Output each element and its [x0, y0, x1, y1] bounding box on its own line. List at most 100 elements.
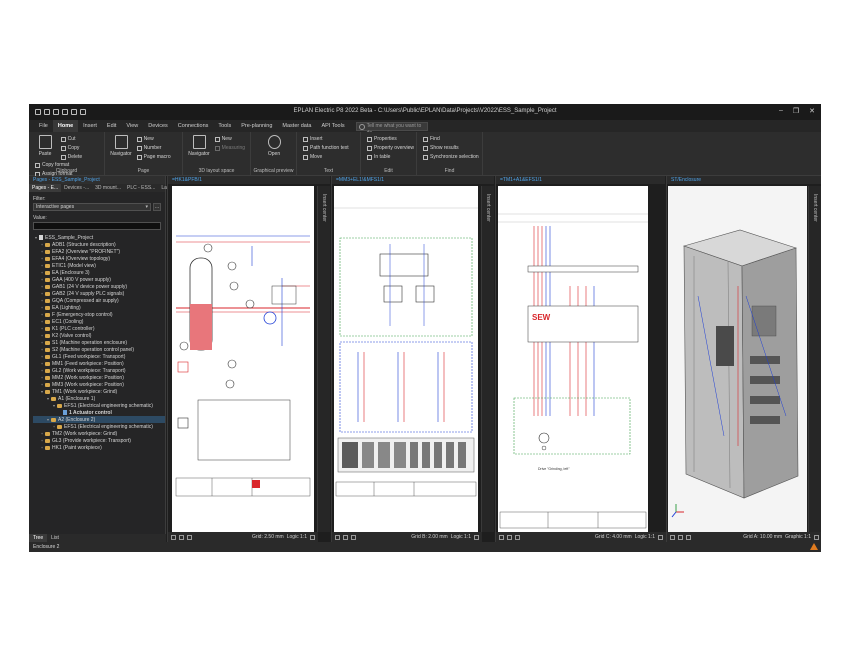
copy-button[interactable]: Copy	[60, 144, 82, 152]
fit-view-icon[interactable]	[686, 534, 691, 540]
document-tab-1[interactable]: =HK1&PFB/1	[168, 176, 330, 184]
page-navigator-button[interactable]: Navigator	[109, 135, 133, 157]
tree-node[interactable]: + EFA4 (Overview topology)	[33, 255, 165, 262]
tab-tree[interactable]: Tree	[29, 534, 48, 542]
tree-node[interactable]: ▾ TM1 (Work workpiece: Grind)	[33, 388, 165, 395]
settings-icon[interactable]	[474, 534, 479, 540]
tree-node[interactable]: + ETIC1 (Model view)	[33, 262, 165, 269]
value-input[interactable]	[33, 222, 161, 230]
zoom-in-icon[interactable]	[670, 534, 675, 540]
tree-node[interactable]: ▾ EFS1 (Electrical engineering schematic)	[33, 402, 165, 409]
insert-center-tab-1[interactable]: Insert center	[317, 186, 330, 532]
settings-icon[interactable]	[310, 534, 315, 540]
tree-node[interactable]: + ADB1 (Structure description)	[33, 241, 165, 248]
zoom-in-icon[interactable]	[499, 534, 504, 540]
tree-node[interactable]: + GL2 (Work workpiece: Transport)	[33, 367, 165, 374]
settings-icon[interactable]	[814, 534, 819, 540]
tab-api-tools[interactable]: API Tools	[316, 120, 349, 132]
tree-node[interactable]: + EA (Lighting)	[33, 304, 165, 311]
tree-node[interactable]: + GAB1 (24 V device power supply)	[33, 283, 165, 290]
minimize-icon[interactable]: –	[779, 107, 783, 115]
tell-me-search-input[interactable]: Tell me what you want to do	[355, 121, 428, 136]
delete-button[interactable]: Delete	[60, 153, 82, 161]
tree-node[interactable]: + EFA2 (Overview "PROFINET")	[33, 248, 165, 255]
zoom-out-icon[interactable]	[179, 534, 184, 540]
properties-button[interactable]: Properties	[367, 135, 414, 143]
tree-node[interactable]: + GAA (400 V power supply)	[33, 276, 165, 283]
in-table-button[interactable]: In table	[367, 153, 414, 161]
tab-file[interactable]: File	[34, 120, 53, 132]
zoom-out-icon[interactable]	[507, 534, 512, 540]
tab-list[interactable]: List	[47, 534, 63, 542]
tree-node[interactable]: + EFS1 (Electrical engineering schematic)	[33, 423, 165, 430]
insert-center-tab-2[interactable]: Insert center	[481, 186, 494, 532]
schematic-canvas-pid[interactable]	[172, 186, 314, 532]
show-results-button[interactable]: Show results	[423, 144, 479, 152]
tab-plc[interactable]: PLC - ESS...	[124, 184, 158, 192]
filter-more-button[interactable]: …	[153, 203, 161, 211]
move-text-button[interactable]: Move	[303, 153, 349, 161]
fit-view-icon[interactable]	[187, 534, 192, 540]
document-tab-4[interactable]: ST/Enclosure	[667, 176, 821, 184]
layout-3d-canvas[interactable]	[668, 186, 807, 532]
tree-node[interactable]: ▾ A2 (Enclosure 2)	[33, 416, 165, 423]
path-function-text-button[interactable]: Path function text	[303, 144, 349, 152]
tab-pre-planning[interactable]: Pre-planning	[236, 120, 277, 132]
tab-insert[interactable]: Insert	[78, 120, 102, 132]
schematic-canvas-mfs[interactable]	[334, 186, 478, 532]
tree-node[interactable]: + F (Emergency-stop control)	[33, 311, 165, 318]
zoom-in-icon[interactable]	[171, 534, 176, 540]
tree-node[interactable]: 1 Actuator control	[33, 409, 165, 416]
layout-navigator-button[interactable]: Navigator	[187, 135, 211, 157]
tab-edit[interactable]: Edit	[102, 120, 121, 132]
property-overview-button[interactable]: Property overview	[367, 144, 414, 152]
filter-dropdown[interactable]: Interactive pages	[33, 203, 151, 211]
tree-node[interactable]: ▾ A1 (Enclosure 1)	[33, 395, 165, 402]
tree-node[interactable]: + GL3 (Provide workpiece: Transport)	[33, 437, 165, 444]
page-macro-button[interactable]: Page macro	[136, 153, 171, 161]
zoom-in-icon[interactable]	[335, 534, 340, 540]
sync-selection-button[interactable]: Synchronize selection	[423, 153, 479, 161]
tree-node[interactable]: + TM2 (Work workpiece: Grind)	[33, 430, 165, 437]
schematic-canvas-efs[interactable]: SEW Drive "Grinding, left"	[498, 186, 648, 532]
maximize-icon[interactable]: ❐	[793, 107, 799, 115]
fit-view-icon[interactable]	[515, 534, 520, 540]
number-button[interactable]: Number	[136, 144, 171, 152]
tree-node[interactable]: + GQA (Compressed air supply)	[33, 297, 165, 304]
insert-text-button[interactable]: Insert	[303, 135, 349, 143]
tree-node[interactable]: + EA (Enclosure 3)	[33, 269, 165, 276]
tree-node[interactable]: + GAB2 (24 V supply PLC signals)	[33, 290, 165, 297]
tree-node[interactable]: + GL1 (Feed workpiece: Transport)	[33, 353, 165, 360]
fit-view-icon[interactable]	[351, 534, 356, 540]
tree-node[interactable]: + K2 (Valve control)	[33, 332, 165, 339]
tab-devices[interactable]: Devices	[143, 120, 173, 132]
document-tab-2[interactable]: =MM3+EL1!&MFS1/1	[332, 176, 494, 184]
tab-pages[interactable]: Pages - E...	[29, 184, 62, 192]
tab-3d-mount[interactable]: 3D mount...	[92, 184, 124, 192]
tab-devices-nav[interactable]: Devices -...	[61, 184, 92, 192]
close-icon[interactable]: ✕	[809, 107, 815, 115]
insert-center-tab-4[interactable]: Insert center	[808, 186, 821, 532]
tab-tools[interactable]: Tools	[213, 120, 236, 132]
tree-node[interactable]: ▾ ESS_Sample_Project	[33, 234, 165, 241]
tree-node[interactable]: + MM2 (Work workpiece: Position)	[33, 374, 165, 381]
tree-node[interactable]: + K1 (PLC controller)	[33, 325, 165, 332]
measuring-button[interactable]: Measuring	[214, 144, 245, 152]
tab-home[interactable]: Home	[52, 120, 79, 132]
tree-node[interactable]: + MM3 (Work workpiece: Position)	[33, 381, 165, 388]
tree-node[interactable]: + EC1 (Cooling)	[33, 318, 165, 325]
tab-master-data[interactable]: Master data	[277, 120, 316, 132]
open-preview-button[interactable]: Open	[262, 135, 286, 157]
zoom-out-icon[interactable]	[678, 534, 683, 540]
tab-view[interactable]: View	[121, 120, 143, 132]
tree-node[interactable]: + S1 (Machine operation enclosure)	[33, 339, 165, 346]
tab-connections[interactable]: Connections	[173, 120, 214, 132]
tree-node[interactable]: + HK1 (Paint workpiece)	[33, 444, 165, 451]
settings-icon[interactable]	[658, 534, 663, 540]
paste-button[interactable]: Paste	[33, 135, 57, 157]
tree-node[interactable]: + MM1 (Feed workpiece: Position)	[33, 360, 165, 367]
zoom-out-icon[interactable]	[343, 534, 348, 540]
warning-icon[interactable]	[810, 543, 818, 550]
find-button[interactable]: Find	[423, 135, 479, 143]
new-page-button[interactable]: New	[136, 135, 171, 143]
